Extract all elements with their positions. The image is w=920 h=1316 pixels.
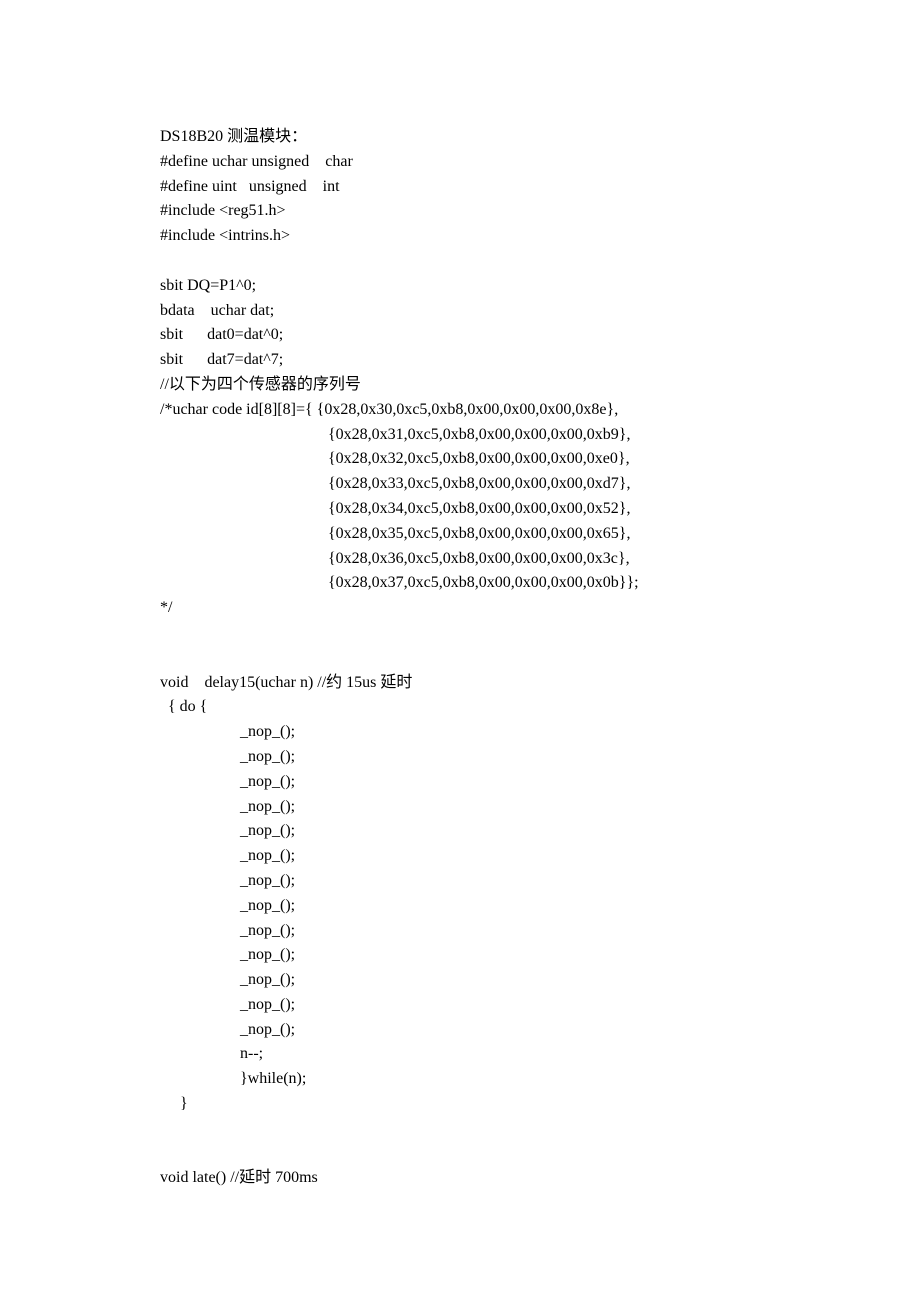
code-line: [160, 249, 770, 274]
code-line: sbit DQ=P1^0;: [160, 274, 770, 299]
code-line: _nop_();: [160, 869, 770, 894]
code-line: _nop_();: [160, 844, 770, 869]
code-line: #include <intrins.h>: [160, 224, 770, 249]
code-line: }: [160, 1092, 770, 1117]
code-line: _nop_();: [160, 993, 770, 1018]
code-line: sbit dat7=dat^7;: [160, 348, 770, 373]
code-line: /*uchar code id[8][8]={ {0x28,0x30,0xc5,…: [160, 398, 770, 423]
code-line: DS18B20 测温模块：: [160, 125, 770, 150]
code-line: _nop_();: [160, 819, 770, 844]
code-line: void delay15(uchar n) //约 15us 延时: [160, 671, 770, 696]
code-line: sbit dat0=dat^0;: [160, 323, 770, 348]
code-line: [160, 646, 770, 671]
code-line: }while(n);: [160, 1067, 770, 1092]
code-line: //以下为四个传感器的序列号: [160, 373, 770, 398]
code-line: #define uchar unsigned char: [160, 150, 770, 175]
code-line: _nop_();: [160, 720, 770, 745]
code-line: _nop_();: [160, 1018, 770, 1043]
code-line: void late() //延时 700ms: [160, 1166, 770, 1191]
code-line: [160, 1142, 770, 1167]
document-page: DS18B20 测温模块：#define uchar unsigned char…: [0, 0, 920, 1316]
code-line: {0x28,0x33,0xc5,0xb8,0x00,0x00,0x00,0xd7…: [160, 472, 770, 497]
code-line: #include <reg51.h>: [160, 199, 770, 224]
code-line: _nop_();: [160, 770, 770, 795]
code-line: {0x28,0x37,0xc5,0xb8,0x00,0x00,0x00,0x0b…: [160, 571, 770, 596]
code-line: _nop_();: [160, 943, 770, 968]
code-line: #define uint unsigned int: [160, 175, 770, 200]
code-line: */: [160, 596, 770, 621]
code-line: _nop_();: [160, 919, 770, 944]
code-line: {0x28,0x32,0xc5,0xb8,0x00,0x00,0x00,0xe0…: [160, 447, 770, 472]
code-line: _nop_();: [160, 894, 770, 919]
code-line: n--;: [160, 1042, 770, 1067]
code-line: {0x28,0x35,0xc5,0xb8,0x00,0x00,0x00,0x65…: [160, 522, 770, 547]
code-line: {0x28,0x36,0xc5,0xb8,0x00,0x00,0x00,0x3c…: [160, 547, 770, 572]
code-line: {0x28,0x34,0xc5,0xb8,0x00,0x00,0x00,0x52…: [160, 497, 770, 522]
code-line: _nop_();: [160, 968, 770, 993]
code-line: [160, 621, 770, 646]
code-line: [160, 1117, 770, 1142]
code-block: DS18B20 测温模块：#define uchar unsigned char…: [160, 125, 770, 1191]
code-line: _nop_();: [160, 745, 770, 770]
code-line: bdata uchar dat;: [160, 299, 770, 324]
code-line: {0x28,0x31,0xc5,0xb8,0x00,0x00,0x00,0xb9…: [160, 423, 770, 448]
code-line: { do {: [160, 695, 770, 720]
code-line: _nop_();: [160, 795, 770, 820]
